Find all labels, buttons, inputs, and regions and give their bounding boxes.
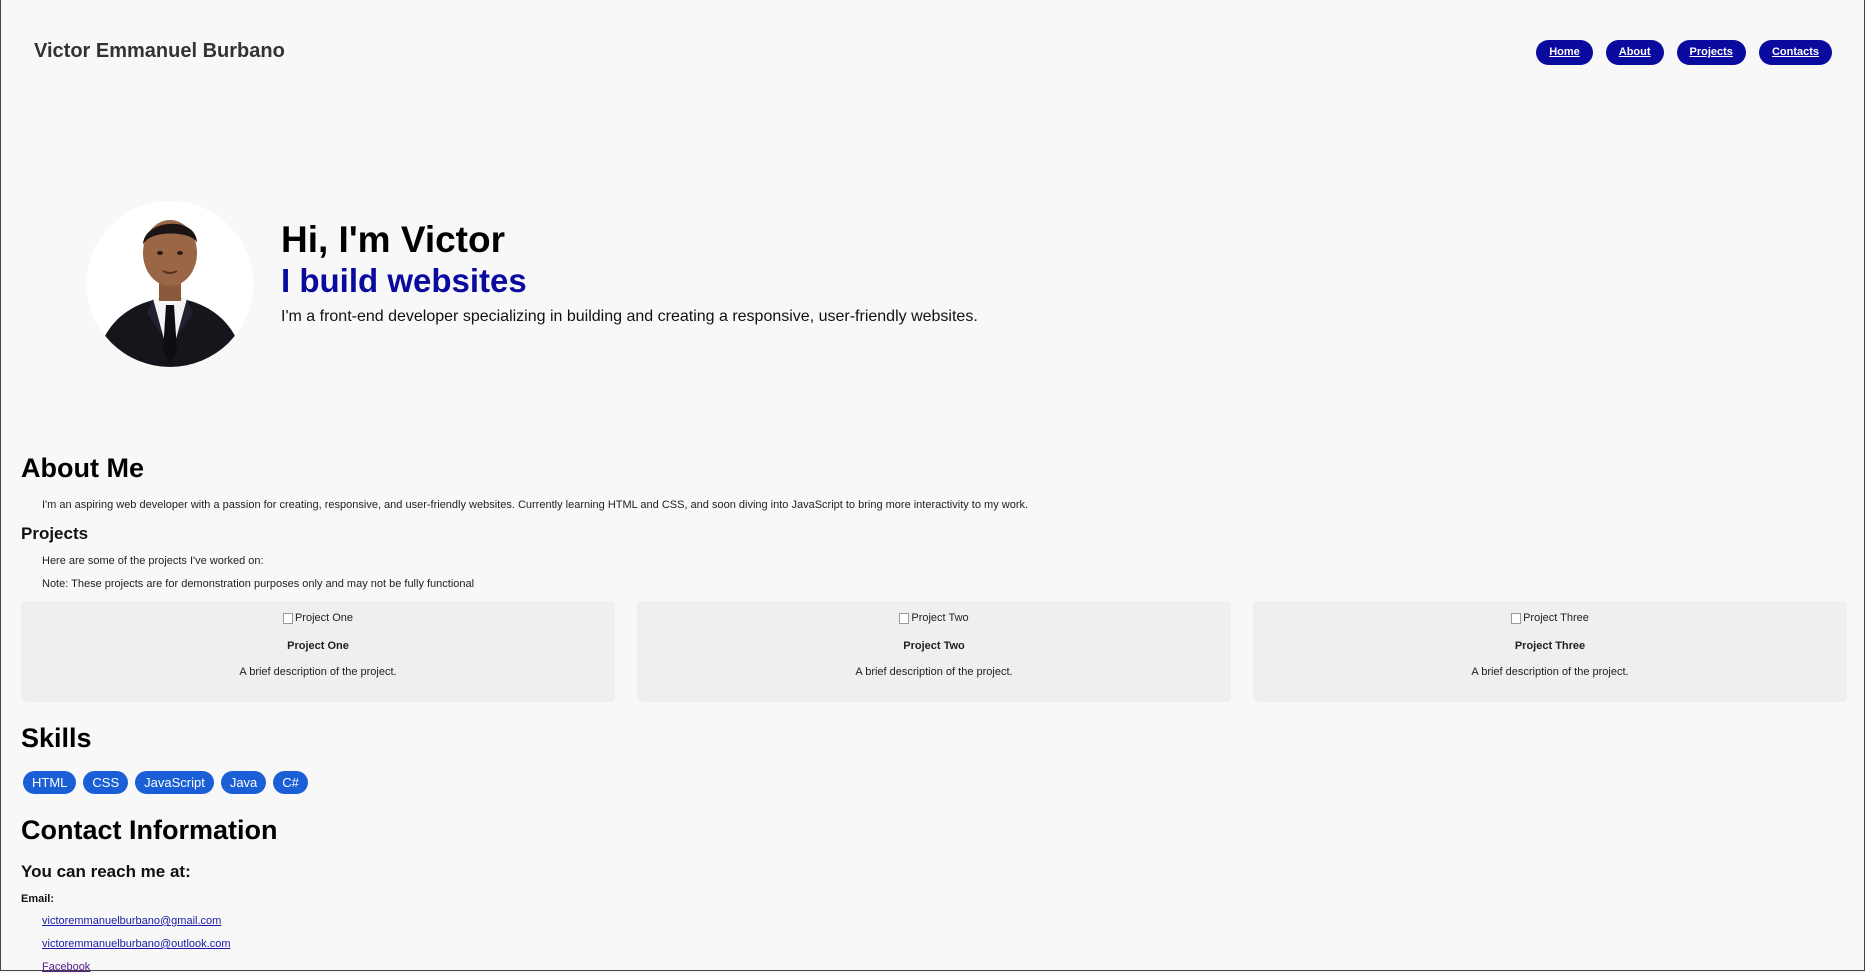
- nav-about-link[interactable]: About: [1605, 40, 1664, 65]
- hero-title: Hi, I'm Victor: [281, 219, 506, 260]
- project-image: Project Three: [1253, 601, 1847, 624]
- project-description: A brief description of the project.: [1471, 666, 1629, 678]
- main-nav: Home About Projects Contacts: [1536, 40, 1832, 65]
- project-description: A brief description of the project.: [855, 666, 1013, 678]
- contact-heading: Contact Information: [21, 815, 278, 845]
- facebook-link[interactable]: Facebook: [42, 961, 90, 973]
- project-image: Project Two: [637, 601, 1231, 624]
- projects-note: Note: These projects are for demonstrati…: [42, 578, 475, 590]
- site-name: Victor Emmanuel Burbano: [34, 40, 285, 62]
- project-image: Project One: [21, 601, 615, 624]
- project-description: A brief description of the project.: [239, 666, 397, 678]
- skills-list: HTML CSS JavaScript Java C#: [23, 771, 308, 794]
- project-name: Project Two: [903, 640, 965, 652]
- project-name: Project Three: [1514, 640, 1586, 652]
- skill-badge: CSS: [83, 771, 129, 794]
- project-image-alt: Project Two: [911, 612, 969, 624]
- email-link-outlook[interactable]: victoremmanuelburbano@outlook.com: [42, 938, 230, 950]
- projects-heading: Projects: [21, 524, 89, 543]
- project-card: Project Two Project Two A brief descript…: [637, 601, 1231, 702]
- about-text: I'm an aspiring web developer with a pas…: [42, 499, 1029, 511]
- skill-badge: HTML: [23, 771, 77, 794]
- email-link-gmail[interactable]: victoremmanuelburbano@gmail.com: [42, 915, 221, 927]
- nav-contacts-link[interactable]: Contacts: [1758, 40, 1832, 65]
- email-label: Email:: [21, 893, 55, 905]
- project-card: Project One Project One A brief descript…: [21, 601, 615, 702]
- about-heading: About Me: [21, 453, 144, 483]
- page-frame: Victor Emmanuel Burbano Home About Proje…: [0, 0, 1865, 973]
- profile-photo: [87, 201, 253, 367]
- hero-subtitle: I build websites: [281, 262, 527, 299]
- project-card: Project Three Project Three A brief desc…: [1253, 601, 1847, 702]
- contact-subheading: You can reach me at:: [21, 862, 191, 881]
- broken-image-icon: [282, 612, 293, 624]
- broken-image-icon: [1511, 612, 1522, 624]
- hero-section: Hi, I'm Victor I build websites I'm a fr…: [281, 218, 978, 326]
- project-image-alt: Project Three: [1523, 612, 1589, 624]
- skills-heading: Skills: [21, 723, 92, 753]
- nav-projects-link[interactable]: Projects: [1676, 40, 1746, 65]
- project-cards: Project One Project One A brief descript…: [21, 601, 1847, 702]
- hero-description: I'm a front-end developer specializing i…: [281, 308, 978, 325]
- skill-badge: JavaScript: [135, 771, 214, 794]
- skill-badge: C#: [273, 771, 308, 794]
- skill-badge: Java: [220, 771, 267, 794]
- project-image-alt: Project One: [294, 612, 354, 624]
- project-name: Project One: [287, 640, 349, 652]
- nav-home-link[interactable]: Home: [1536, 40, 1593, 65]
- broken-image-icon: [899, 612, 910, 624]
- projects-intro: Here are some of the projects I've worke…: [42, 555, 264, 567]
- profile-photo-illustration: [87, 201, 253, 367]
